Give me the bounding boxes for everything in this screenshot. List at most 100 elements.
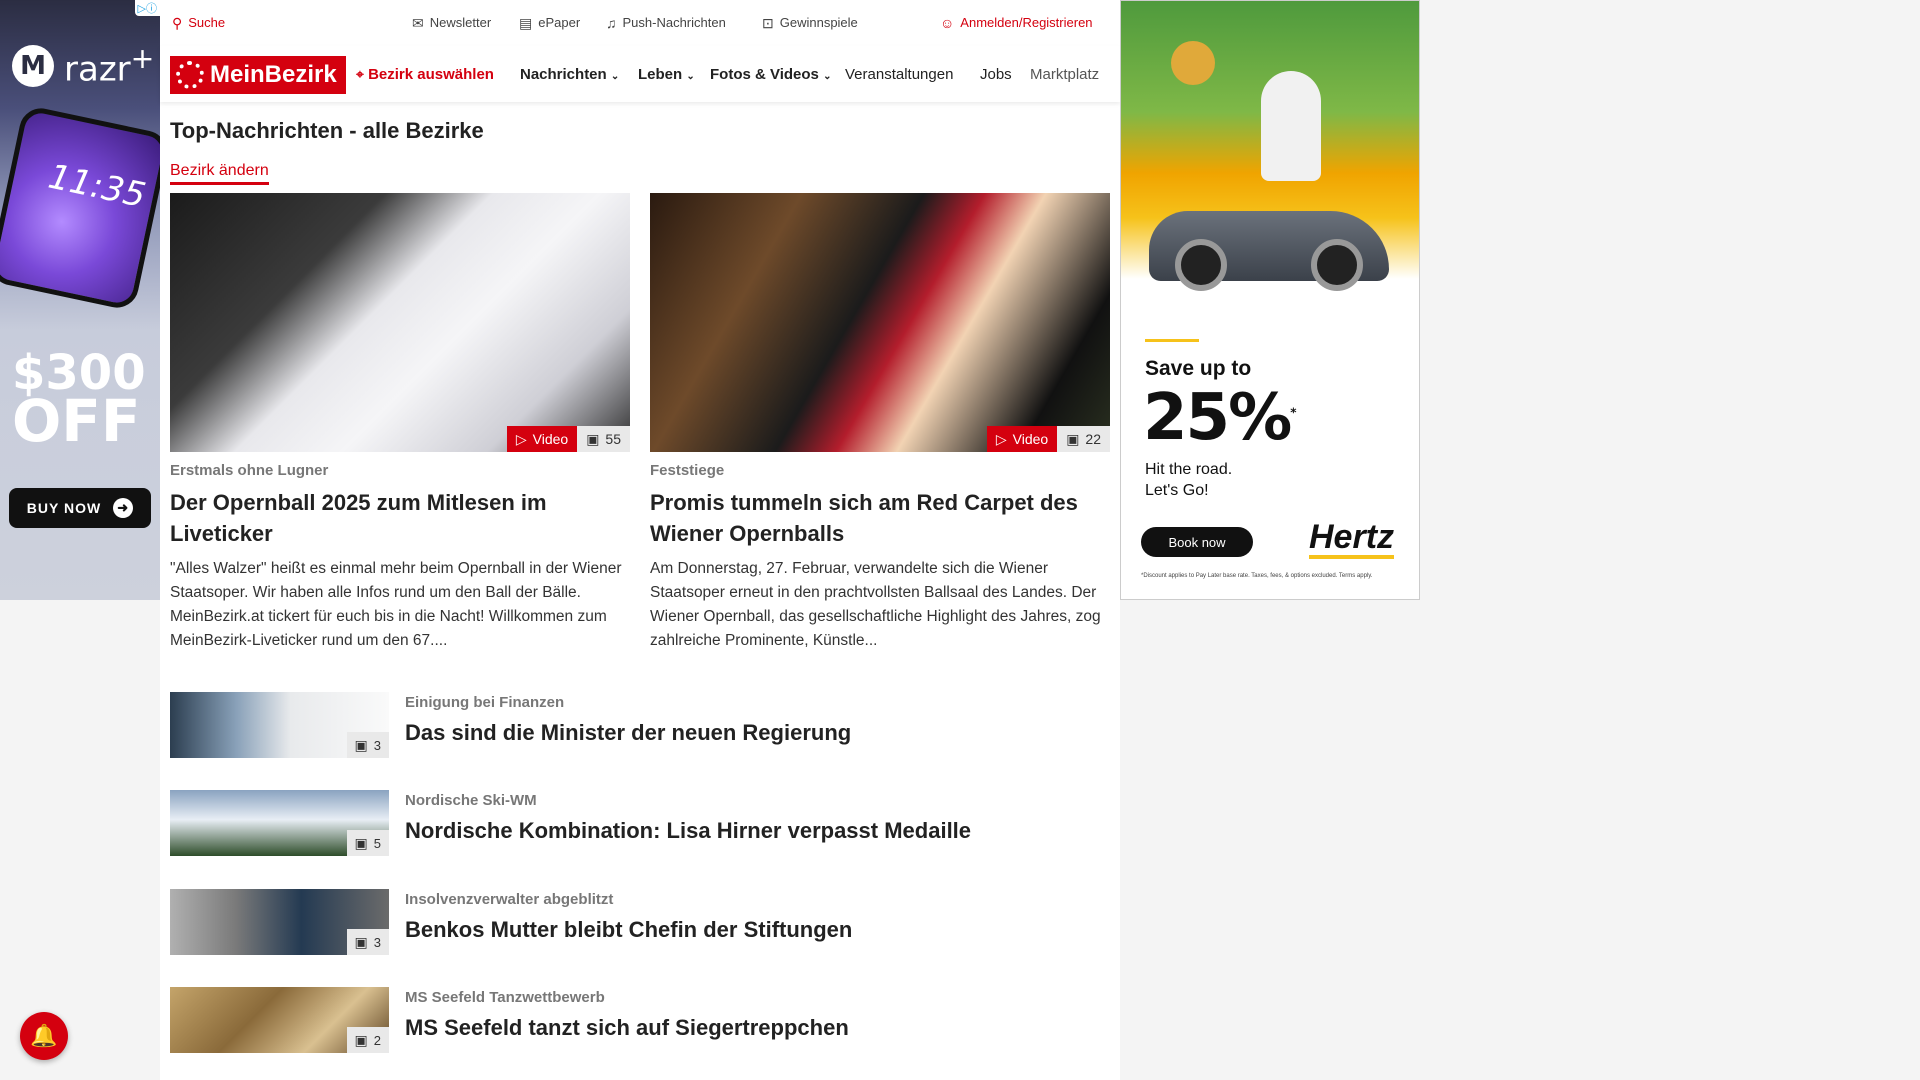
- photo-icon: ▣: [586, 431, 600, 447]
- motorola-logo-icon: M: [12, 44, 54, 87]
- bezirk-change-link[interactable]: Bezirk ändern: [170, 162, 269, 185]
- search-icon: ⚲: [172, 14, 183, 31]
- buy-now-label: BUY NOW: [26, 500, 102, 516]
- nav-item-label: Veranstaltungen: [845, 66, 954, 83]
- list-headline[interactable]: Das sind die Minister der neuen Regierun…: [405, 720, 851, 746]
- nav-item-label: Nachrichten: [520, 66, 607, 83]
- photo-count: 55: [605, 431, 621, 447]
- ad-brand: M razr+: [12, 42, 154, 89]
- nav-item-nachrichten[interactable]: Nachrichten ⌄: [520, 66, 619, 83]
- list-thumbnail[interactable]: ▣ 3: [170, 692, 389, 758]
- video-label: Video: [1012, 431, 1049, 447]
- article-card[interactable]: ▷ Video ▣ 55 Erstmals ohne Lugner Der Op…: [170, 193, 630, 653]
- photo-count: 2: [373, 1032, 381, 1048]
- ad-tagline-2: Let's Go!: [1145, 482, 1209, 499]
- epaper-label: ePaper: [538, 15, 581, 30]
- site-logo[interactable]: MeinBezirk: [170, 56, 346, 94]
- play-circle-icon: ▷: [995, 431, 1007, 447]
- list-headline[interactable]: Benkos Mutter bleibt Chefin der Stiftung…: [405, 917, 852, 943]
- adchoices-icon[interactable]: ▷ⓘ: [134, 0, 160, 16]
- video-badge: ▷ Video: [506, 426, 578, 452]
- login-link[interactable]: ☺ Anmelden/Registrieren: [940, 15, 1093, 30]
- nav-item-label: Leben: [638, 66, 683, 83]
- person-image: [1261, 71, 1321, 181]
- push-link[interactable]: ♫ Push-Nachrichten: [606, 15, 726, 30]
- list-item[interactable]: ▣ 5 Nordische Ski-WM Nordische Kombinati…: [170, 790, 1110, 856]
- list-kicker: MS Seefeld Tanzwettbewerb: [405, 989, 605, 1006]
- list-item[interactable]: ▣ 3 Insolvenzverwalter abgeblitzt Benkos…: [170, 889, 1110, 955]
- photo-count-badge: ▣ 3: [346, 732, 389, 758]
- ad-tagline-1: Hit the road.: [1145, 461, 1233, 478]
- ad-offer: $300 OFF: [12, 349, 146, 456]
- nav-item-label: Fotos & Videos: [710, 66, 819, 83]
- newsletter-link[interactable]: ✉ Newsletter: [412, 15, 491, 30]
- buy-now-button[interactable]: BUY NOW ➜: [9, 488, 151, 528]
- nav-item-fotos-videos[interactable]: Fotos & Videos ⌄: [710, 66, 831, 83]
- chevron-down-icon: ⌄: [686, 71, 695, 82]
- video-label: Video: [532, 431, 569, 447]
- list-item[interactable]: ▣ 2 MS Seefeld Tanzwettbewerb MS Seefeld…: [170, 987, 1110, 1053]
- logo-text: MeinBezirk: [210, 61, 337, 88]
- list-thumbnail[interactable]: ▣ 5: [170, 790, 389, 856]
- main-navigation: MeinBezirk ⌖ Bezirk auswählen Nachrichte…: [160, 46, 1120, 102]
- ad-motorola[interactable]: ▷ⓘ M razr+ 11:35 $300 OFF BUY NOW ➜: [0, 0, 160, 600]
- photo-count: 3: [373, 737, 381, 753]
- ad-tagline: Hit the road. Let's Go!: [1145, 459, 1232, 501]
- list-thumbnail[interactable]: ▣ 3: [170, 889, 389, 955]
- top-utility-bar: ⚲ Suche ✉ Newsletter ▤ ePaper ♫ Push-Nac…: [160, 0, 1120, 46]
- list-item[interactable]: ▣ 3 Einigung bei Finanzen Das sind die M…: [170, 692, 1110, 758]
- list-headline[interactable]: Nordische Kombination: Lisa Hirner verpa…: [405, 818, 971, 844]
- chevron-down-icon: ⌄: [610, 71, 620, 82]
- car-image: [1149, 211, 1389, 291]
- search-link[interactable]: ⚲ Suche: [172, 15, 225, 30]
- gewinnspiele-link[interactable]: ⊡ Gewinnspiele: [762, 15, 858, 30]
- nav-item-marktplatz[interactable]: Marktplatz: [1030, 66, 1099, 83]
- photo-icon: ▣: [354, 934, 368, 950]
- epaper-link[interactable]: ▤ ePaper: [519, 15, 580, 30]
- user-icon: ☺: [940, 14, 955, 31]
- nav-item-veranstaltungen[interactable]: Veranstaltungen: [845, 66, 953, 83]
- bezirk-label: Bezirk auswählen: [368, 66, 494, 83]
- logo-sun-icon: [176, 61, 204, 89]
- nav-item-label: Marktplatz: [1030, 66, 1100, 83]
- list-kicker: Nordische Ski-WM: [405, 792, 537, 809]
- book-now-button[interactable]: Book now: [1141, 527, 1253, 557]
- login-label: Anmelden/Registrieren: [960, 15, 1093, 30]
- article-image[interactable]: ▷ Video ▣ 55: [170, 193, 630, 452]
- photo-count: 22: [1085, 431, 1101, 447]
- nav-item-label: Jobs: [980, 66, 1012, 83]
- gift-icon: ⊡: [762, 14, 774, 31]
- article-teaser: "Alles Walzer" heißt es einmal mehr beim…: [170, 560, 622, 649]
- bell-icon: ♫: [606, 14, 617, 31]
- photo-icon: ▣: [354, 835, 368, 851]
- photo-icon: ▣: [354, 1032, 368, 1048]
- envelope-icon: ✉: [412, 14, 424, 31]
- photo-count-badge: ▣ 22: [1057, 426, 1110, 452]
- ad-hertz[interactable]: ▷ⓘ Save up to 25%* Hit the road. Let's G…: [1120, 0, 1420, 600]
- article-headline[interactable]: Promis tummeln sich am Red Carpet des Wi…: [650, 487, 1110, 549]
- article-card[interactable]: ▷ Video ▣ 22 Feststiege Promis tummeln s…: [650, 193, 1110, 653]
- bell-icon: 🔔: [30, 1023, 58, 1048]
- chevron-down-icon: ⌄: [823, 71, 832, 82]
- article-headline[interactable]: Der Opernball 2025 zum Mitlesen im Livet…: [170, 487, 630, 549]
- article-image[interactable]: ▷ Video ▣ 22: [650, 193, 1110, 452]
- ad-percent: 25%*: [1143, 381, 1297, 455]
- push-label: Push-Nachrichten: [622, 15, 726, 30]
- photo-count: 3: [373, 934, 381, 950]
- ad-offer-off: OFF: [12, 387, 141, 456]
- ad-percent-star: *: [1290, 405, 1296, 420]
- media-badges: ▷ Video ▣ 55: [506, 426, 630, 452]
- photo-count-badge: ▣ 55: [577, 426, 630, 452]
- nav-item-jobs[interactable]: Jobs: [980, 66, 1012, 83]
- notification-bell-button[interactable]: 🔔: [20, 1012, 68, 1060]
- article-kicker: Feststiege: [650, 462, 725, 479]
- list-headline[interactable]: MS Seefeld tanzt sich auf Siegertreppche…: [405, 1015, 849, 1041]
- list-thumbnail[interactable]: ▣ 2: [170, 987, 389, 1053]
- ad-brand-sup: +: [130, 42, 155, 75]
- video-badge: ▷ Video: [986, 426, 1058, 452]
- bezirk-select-button[interactable]: ⌖ Bezirk auswählen: [356, 66, 494, 83]
- arrow-right-icon: ➜: [113, 498, 134, 518]
- list-kicker: Insolvenzverwalter abgeblitzt: [405, 891, 614, 908]
- nav-item-leben[interactable]: Leben ⌄: [638, 66, 695, 83]
- media-badges: ▷ Video ▣ 22: [986, 426, 1110, 452]
